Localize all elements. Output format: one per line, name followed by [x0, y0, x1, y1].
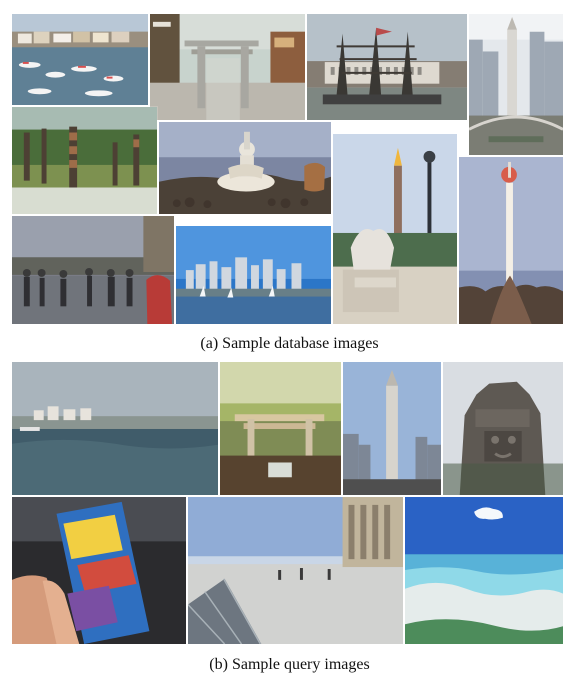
guidebook-query-image	[11, 496, 187, 645]
query-caption: (b) Sample query images	[209, 656, 370, 673]
query-image-panel	[11, 361, 564, 645]
torii-query-image	[219, 361, 342, 496]
sea-coast-query-image	[11, 361, 219, 496]
totem-park-image	[11, 106, 158, 215]
louvre-plaza-image	[11, 215, 175, 325]
tv-tower-image	[458, 156, 564, 325]
skyline-river-image	[175, 225, 332, 325]
stone-face-query-image	[442, 361, 564, 496]
fountain-statue-image	[332, 215, 458, 325]
beach-query-image	[404, 496, 564, 645]
harbor-boats-image	[11, 13, 149, 106]
shiva-statue-image	[158, 121, 332, 215]
shrine-gate-image	[149, 13, 306, 121]
louvre-pyramid-query-image	[187, 496, 404, 645]
obelisk-query-image	[342, 361, 442, 496]
ship-museum-image	[306, 13, 468, 121]
database-caption: (a) Sample database images	[200, 335, 379, 352]
database-image-panel	[11, 13, 564, 325]
obelisk-city-image	[468, 13, 564, 156]
